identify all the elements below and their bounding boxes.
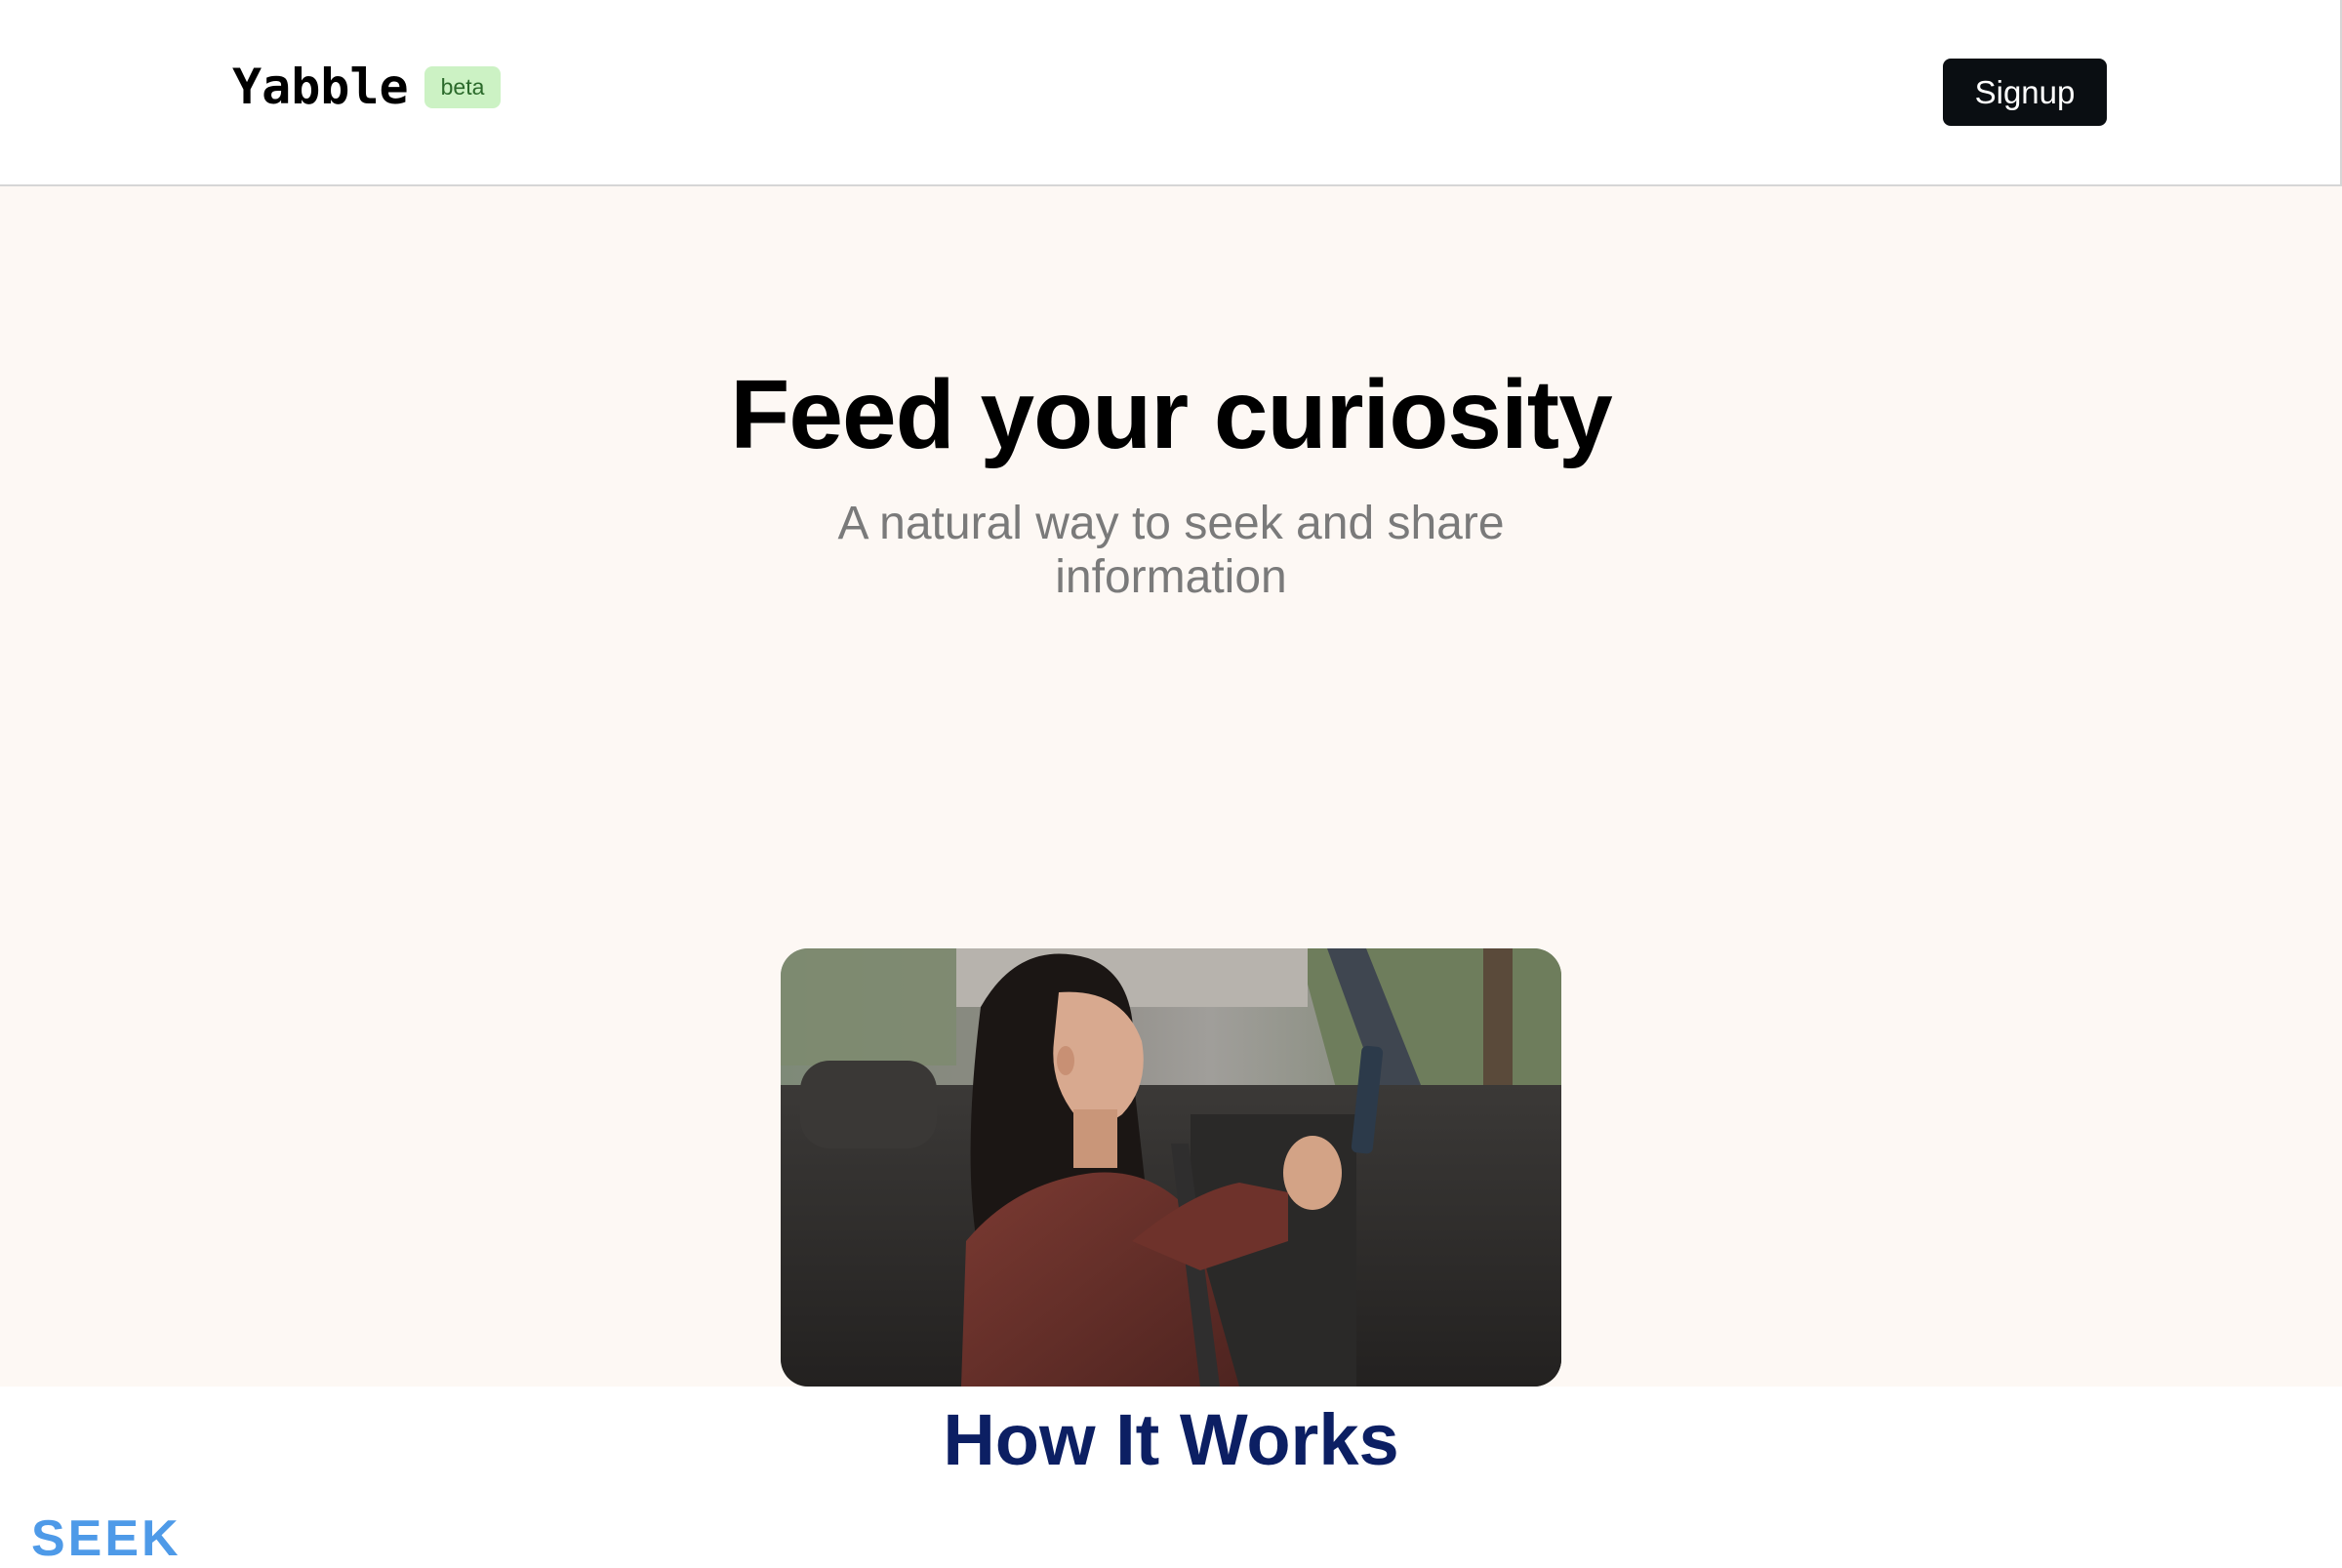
signup-button[interactable]: Signup	[1943, 59, 2107, 126]
hero-video[interactable]	[781, 948, 1561, 1387]
logo-text: Yabble	[232, 59, 409, 115]
hero-subtitle: A natural way to seek and share informat…	[837, 498, 1505, 603]
site-header: Yabble beta Signup	[0, 0, 2342, 186]
hero-title: Feed your curiosity	[730, 360, 1612, 469]
video-frame-illustration	[781, 948, 1561, 1387]
seek-step-label: SEEK	[31, 1510, 182, 1567]
beta-badge: beta	[424, 65, 502, 108]
hero-section: Feed your curiosity A natural way to see…	[0, 186, 2342, 1387]
logo[interactable]: Yabble beta	[232, 59, 502, 115]
how-it-works-title: How It Works	[943, 1399, 1399, 1480]
